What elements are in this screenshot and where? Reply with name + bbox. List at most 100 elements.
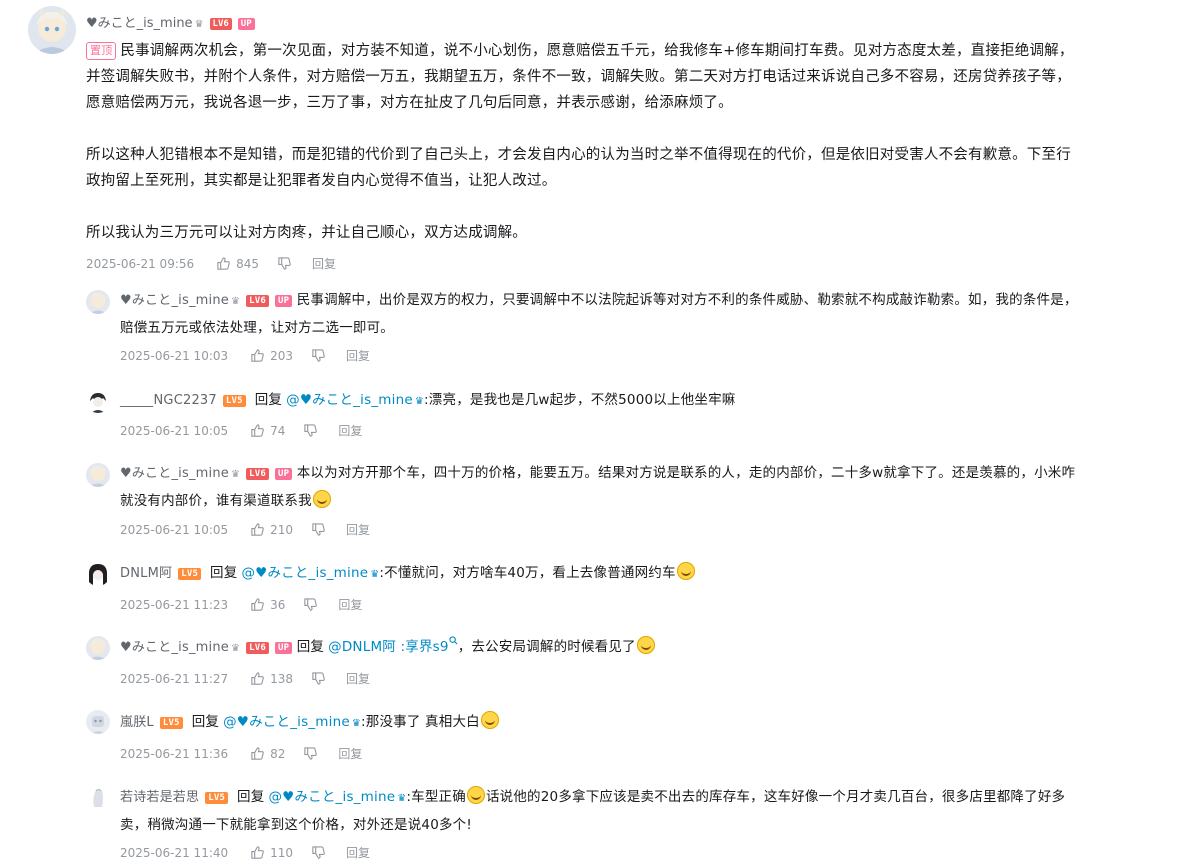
reply-button[interactable]: 回复: [338, 745, 362, 762]
thumbs-up-icon: [251, 523, 264, 536]
reply-username[interactable]: ♥みこと_is_mine: [120, 293, 229, 308]
thumbs-up-icon: [251, 672, 264, 685]
reply-text: :不懂就问，对方啥车40万，看上去像普通网约车: [379, 565, 676, 581]
up-badge: UP: [274, 295, 293, 307]
reply-button[interactable]: 回复: [346, 670, 370, 687]
dislike-button[interactable]: [311, 671, 326, 686]
crown-icon: ♛: [230, 643, 241, 654]
main-para2-line1: 所以这种人犯错根本不是知错，而是犯错的代价到了自己头上，才会发自内心的认为当时之…: [86, 147, 1071, 163]
thumbs-up-icon: [251, 846, 264, 859]
reply-button[interactable]: 回复: [338, 596, 362, 613]
reply-word: 回复: [210, 565, 238, 581]
dislike-button[interactable]: [277, 256, 292, 271]
reply-username[interactable]: 嵐朕L: [120, 715, 154, 730]
like-button[interactable]: 74: [250, 423, 285, 438]
reply-username[interactable]: ♥みこと_is_mine: [120, 466, 229, 481]
laughing-emoji-icon: [676, 562, 695, 580]
dislike-button[interactable]: [303, 423, 318, 438]
like-button[interactable]: 845: [216, 256, 259, 271]
dislike-button[interactable]: [311, 845, 326, 860]
reply-6: 嵐朕L LV5 回复 @♥みこと_is_mine ♛:那没事了 真相大白: [120, 709, 1170, 737]
reply-text-line2: 赔偿五万元或依法处理，让对方二选一即可。: [120, 320, 394, 336]
up-badge: UP: [274, 642, 293, 654]
up-badge: UP: [274, 468, 293, 480]
reply-avatar[interactable]: [86, 636, 110, 660]
reply-text-line1: 民事调解中，出价是双方的权力，只要调解中不以法院起诉等对对方不利的条件威胁、勒索…: [296, 292, 1078, 308]
like-button[interactable]: 210: [250, 522, 293, 537]
like-button[interactable]: 110: [250, 845, 293, 860]
thumbs-down-icon: [304, 424, 318, 437]
crown-icon: ♛: [230, 469, 241, 480]
thumbs-up-icon: [251, 747, 264, 760]
level-badge: LV6: [246, 642, 269, 654]
reply-button[interactable]: 回复: [346, 347, 370, 364]
comment-time: 2025-06-21 11:23: [120, 597, 229, 612]
reply-text: ，去公安局调解的时候看见了: [457, 639, 636, 655]
reply-text-line2: 卖，稍微沟通一下就能拿到这个价格，对外还是说40多个!: [120, 817, 472, 833]
reply-button[interactable]: 回复: [312, 255, 336, 272]
level-badge: LV6: [209, 18, 232, 30]
reply-avatar[interactable]: [86, 785, 110, 809]
comment-time: 2025-06-21 10:05: [120, 423, 229, 438]
reply-text-a: :车型正确: [406, 789, 466, 805]
reply-username[interactable]: 若诗若是若思: [120, 790, 199, 805]
like-count: 210: [270, 522, 294, 537]
level-badge: LV5: [159, 717, 183, 729]
reply-meta: 2025-06-21 10:05 210 回复: [120, 521, 370, 538]
reply-avatar[interactable]: [86, 710, 110, 734]
like-button[interactable]: 138: [250, 671, 293, 686]
main-para3: 所以我认为三万元可以让对方肉疼，并让自己顺心，双方达成调解。: [86, 225, 527, 241]
dislike-button[interactable]: [311, 522, 326, 537]
crown-icon: ♛: [414, 396, 425, 407]
main-comment-body: 置顶 民事调解两次机会，第一次见面，对方装不知道，说不小心划伤，愿意赔偿五千元，给…: [86, 38, 1176, 246]
dislike-button[interactable]: [311, 348, 326, 363]
reply-avatar[interactable]: [86, 562, 110, 586]
like-button[interactable]: 203: [250, 348, 293, 363]
reply-meta: 2025-06-21 10:03 203 回复: [120, 347, 370, 364]
level-badge: LV5: [222, 395, 246, 407]
search-icon[interactable]: [449, 636, 458, 645]
reply-username[interactable]: ♥みこと_is_mine: [120, 640, 229, 655]
like-count: 110: [270, 845, 294, 860]
dislike-button[interactable]: [303, 746, 318, 761]
crown-icon: ♛: [397, 793, 407, 804]
reply-avatar[interactable]: [86, 463, 110, 487]
search-keyword-link[interactable]: :享界s9: [401, 639, 449, 655]
reply-username[interactable]: _____NGC2237: [120, 393, 217, 408]
main-para2-line2: 政拘留上至死刑，其实都是让犯罪者发自内心觉得不值当，让犯人改过。: [86, 173, 557, 189]
reply-2: _____NGC2237 LV5 回复 @♥みこと_is_mine ♛:漂亮，是我也是…: [120, 387, 1170, 415]
mention-link[interactable]: @♥みこと_is_mine: [286, 392, 413, 408]
mention-link[interactable]: @♥みこと_is_mine: [223, 714, 350, 730]
like-count: 138: [270, 671, 294, 686]
reply-text: :那没事了 真相大白: [361, 714, 480, 730]
reply-button[interactable]: 回复: [346, 844, 370, 861]
reply-7: 若诗若是若思 LV5 回复 @♥みこと_is_mine ♛:车型正确 话说他的20多拿下…: [120, 784, 1170, 838]
comment-time: 2025-06-21 11:36: [120, 746, 229, 761]
reply-avatar[interactable]: [86, 290, 110, 314]
main-username[interactable]: ♥みこと_is_mine: [86, 16, 193, 31]
like-count: 203: [270, 348, 294, 363]
thumbs-down-icon: [312, 523, 325, 536]
reply-meta: 2025-06-21 11:23 36 回复: [120, 596, 362, 613]
mention-link[interactable]: @♥みこと_is_mine: [268, 789, 395, 805]
grinning-emoji-icon: [480, 711, 499, 729]
thumbs-down-icon: [312, 349, 325, 362]
laughing-emoji-icon: [466, 786, 485, 804]
thumbs-down-icon: [278, 257, 291, 270]
reply-word: 回复: [296, 639, 325, 655]
like-button[interactable]: 82: [250, 746, 285, 761]
laughing-emoji-icon: [636, 636, 655, 654]
main-avatar[interactable]: [28, 6, 76, 54]
mention-link[interactable]: @DNLM阿: [328, 639, 396, 655]
reply-button[interactable]: 回复: [338, 422, 362, 439]
like-button[interactable]: 36: [250, 597, 285, 612]
reply-1: ♥みこと_is_mine ♛ LV6 UP 民事调解中，出价是双方的权力，只要调解中不…: [120, 287, 1170, 341]
dislike-button[interactable]: [303, 597, 318, 612]
reply-avatar[interactable]: [86, 389, 110, 413]
mention-link[interactable]: @♥みこと_is_mine: [241, 565, 368, 581]
like-count: 74: [270, 423, 286, 438]
level-badge: LV6: [246, 468, 269, 480]
reply-username[interactable]: DNLM阿: [120, 566, 172, 581]
level-badge: LV6: [246, 295, 269, 307]
reply-button[interactable]: 回复: [346, 521, 370, 538]
